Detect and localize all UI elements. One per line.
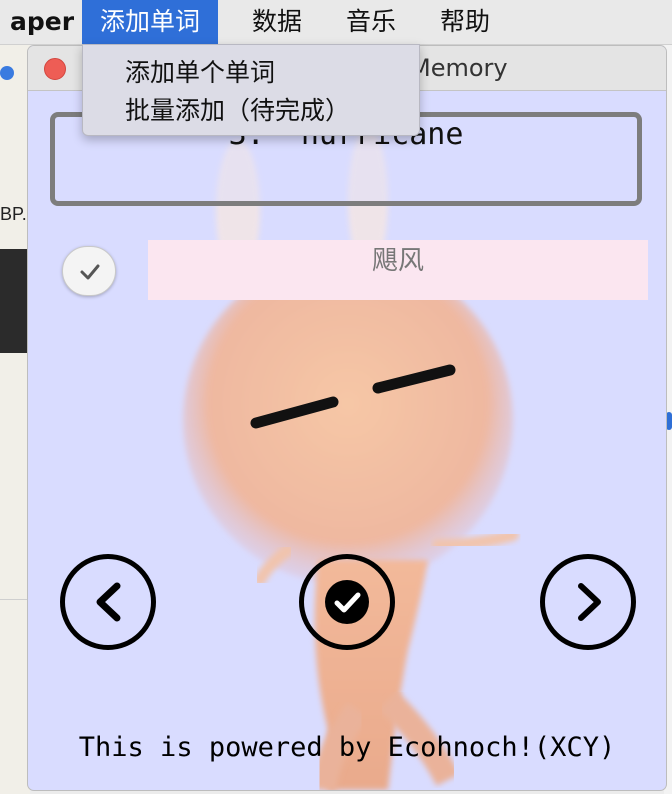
paw-icon bbox=[0, 66, 14, 80]
meaning-display: 飓风 bbox=[148, 240, 648, 300]
mark-known-button[interactable] bbox=[299, 554, 395, 650]
chevron-right-icon bbox=[578, 583, 601, 621]
add-word-dropdown: 添加单个单词 批量添加（待完成） bbox=[82, 44, 420, 136]
menu-app-name[interactable]: aper bbox=[0, 0, 92, 44]
menu-music[interactable]: 音乐 bbox=[328, 0, 414, 44]
menu-help[interactable]: 帮助 bbox=[422, 0, 508, 44]
app-window: Memory 3: hur bbox=[28, 46, 666, 790]
checkmark-icon bbox=[80, 264, 100, 280]
next-word-button[interactable] bbox=[540, 554, 636, 650]
background-blue-marker bbox=[666, 412, 672, 430]
background-dark-panel bbox=[0, 249, 30, 353]
menu-add-word[interactable]: 添加单词 bbox=[82, 0, 219, 44]
footer-credit: This is powered by Ecohnoch!(XCY) bbox=[78, 732, 616, 763]
previous-word-button[interactable] bbox=[60, 554, 156, 650]
menu-item-batch-add[interactable]: 批量添加（待完成） bbox=[125, 91, 350, 127]
menu-bar: aper 添加单词 数据 音乐 帮助 bbox=[0, 0, 672, 45]
menu-data[interactable]: 数据 bbox=[234, 0, 320, 44]
background-desktop-left: BP. bbox=[0, 44, 30, 794]
window-close-button[interactable] bbox=[44, 58, 66, 80]
background-divider bbox=[0, 599, 30, 600]
window-title: Memory bbox=[410, 54, 508, 82]
chevron-left-icon bbox=[96, 582, 121, 622]
check-circle-icon bbox=[325, 580, 369, 624]
background-label: BP. bbox=[0, 204, 27, 224]
show-meaning-toggle[interactable] bbox=[62, 246, 116, 296]
menu-item-add-single-word[interactable]: 添加单个单词 bbox=[125, 53, 275, 89]
